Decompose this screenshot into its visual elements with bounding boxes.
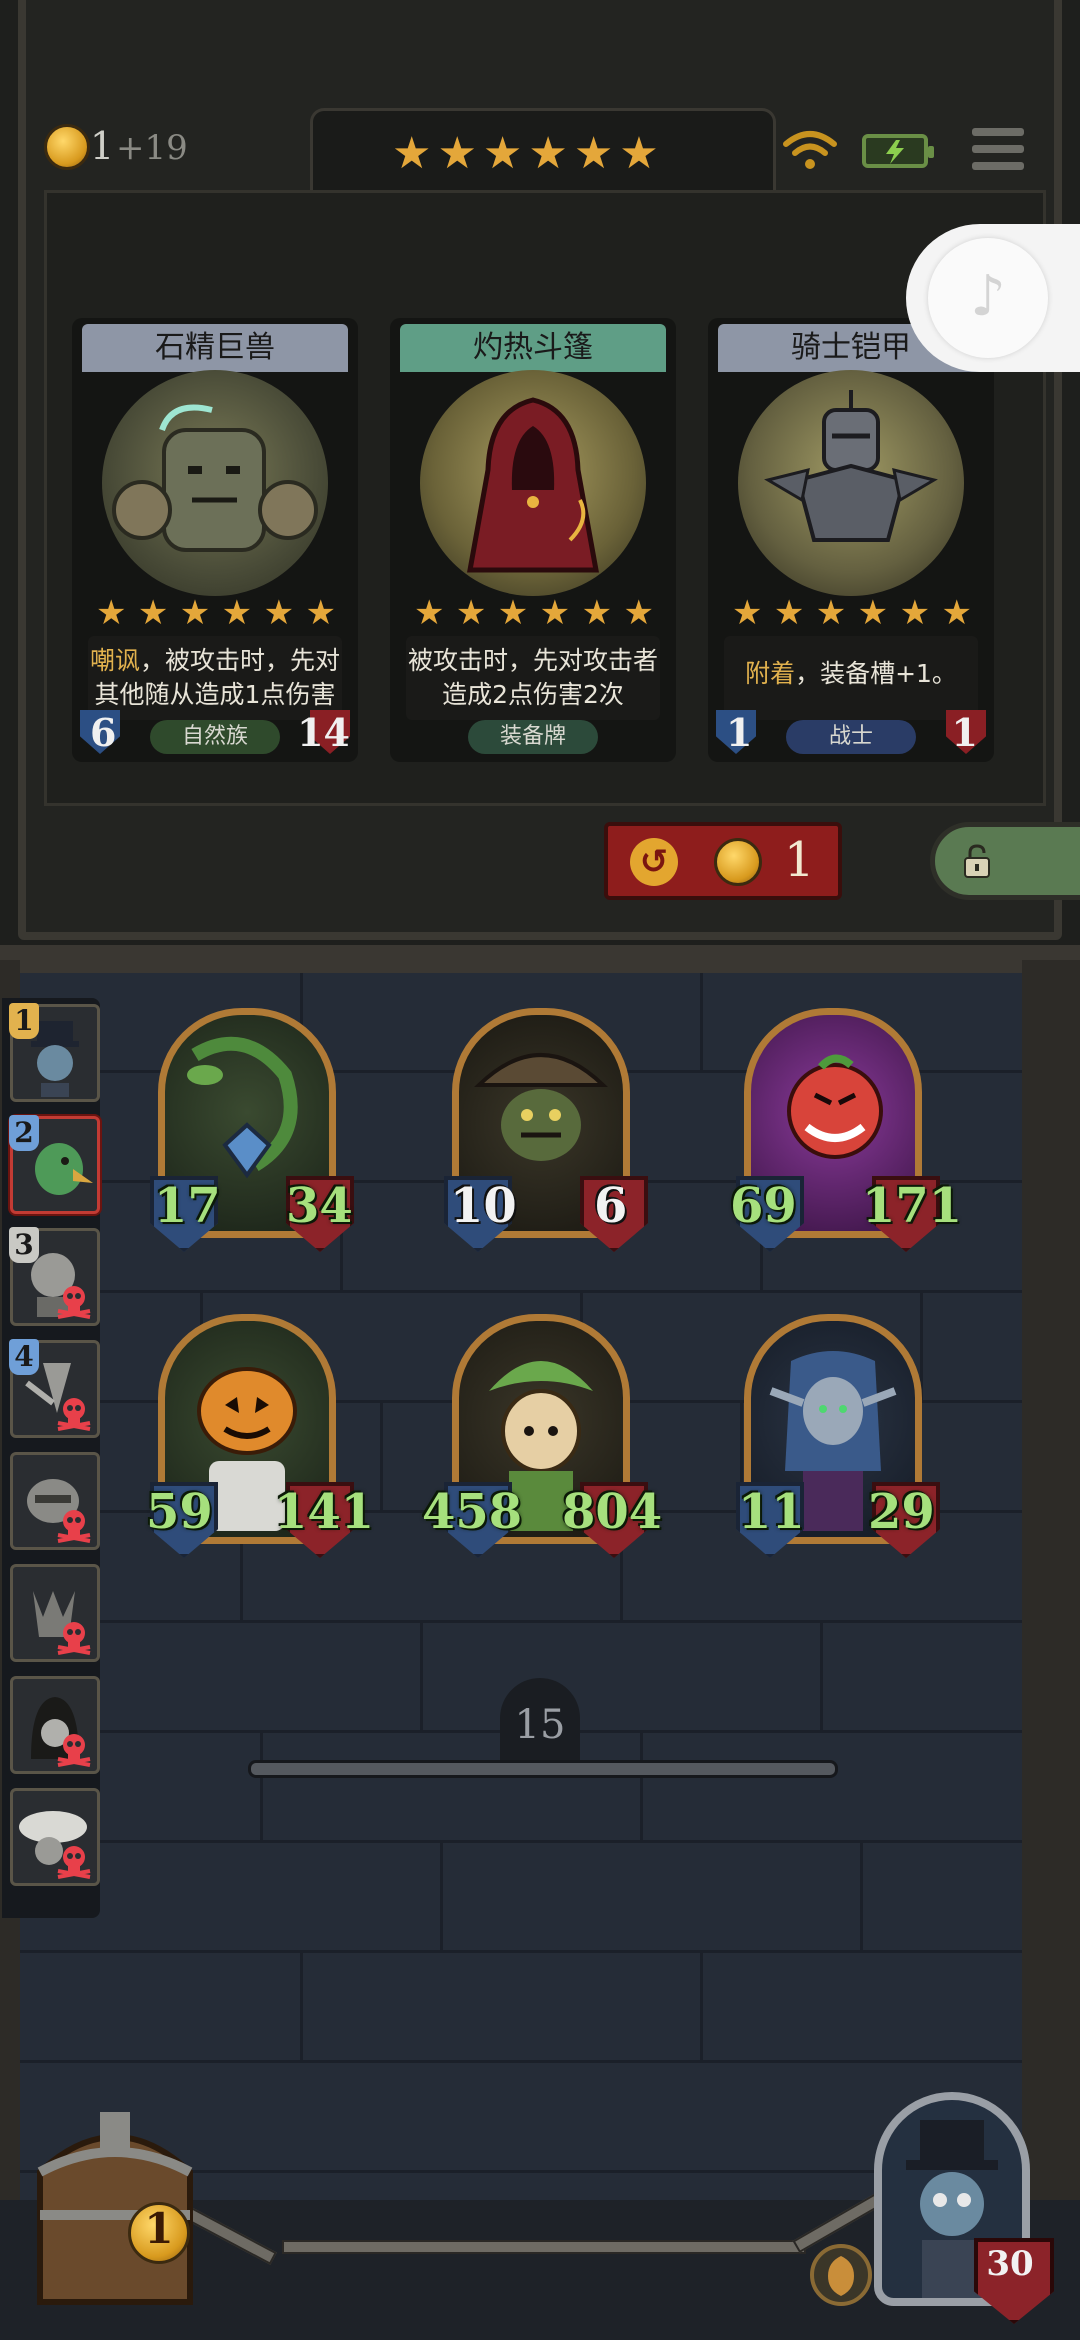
pipe (282, 2240, 806, 2254)
floating-tiktok-bubble[interactable]: ♪ (906, 224, 1080, 372)
card-description: 嘲讽，被攻击时，先对其他随从造成1点伤害 (88, 636, 342, 720)
board-minion-goblin-witch[interactable]: 10 6 (444, 1008, 648, 1252)
minion-health: 6 (594, 1178, 628, 1234)
star-icon: ★ (482, 128, 523, 179)
star-icon: ★ (528, 128, 568, 179)
scorching-cloak-art (420, 370, 646, 596)
stone-beast-art (102, 370, 328, 596)
roster-player-7[interactable] (10, 1676, 100, 1774)
minion-attack: 458 (422, 1484, 523, 1540)
star-icon: ★ (437, 128, 477, 179)
card-stars: ★ ★ ★ ★ ★ ★ (732, 593, 972, 633)
skull-icon (57, 1734, 91, 1767)
minion-attack: 17 (154, 1178, 221, 1234)
shop-card-scorching-cloak[interactable]: 灼热斗篷 ★ ★ ★ ★ ★ ★ 被攻击时，先对攻击者造成2点伤害2次 装备牌 (390, 318, 676, 762)
hero-power-button[interactable] (810, 2244, 872, 2306)
star-icon: ★ (619, 128, 659, 179)
tavern-stars: ★ ★ ★ ★ ★ ★ (392, 132, 659, 176)
roster-rank: 3 (9, 1227, 39, 1263)
menu-icon[interactable] (972, 128, 1024, 176)
roster-player-6[interactable] (10, 1564, 100, 1662)
board-minion-elf-sorceress[interactable]: 11 29 (736, 1314, 940, 1558)
right-pillar (1022, 960, 1080, 2340)
gold-coin-icon (44, 124, 90, 170)
skull-icon (57, 1398, 91, 1431)
knight-armor-art (738, 370, 964, 596)
minion-health: 171 (862, 1178, 963, 1234)
gold-count: 1 (90, 124, 115, 168)
roster-player-3[interactable]: 3 (9, 1227, 100, 1326)
card-description-text: 被攻击时，先对攻击者造成2点伤害2次 (407, 646, 658, 709)
card-keyword: 附着 (745, 659, 796, 688)
star-icon: ★ (573, 128, 614, 179)
turn-timer-bar (248, 1760, 838, 1778)
roster-player-8[interactable] (10, 1788, 100, 1886)
minion-attack: 11 (738, 1484, 805, 1540)
skull-icon (57, 1510, 91, 1543)
tiktok-icon[interactable]: ♪ (928, 238, 1048, 358)
minion-health: 141 (274, 1484, 375, 1540)
hero-health: 30 (986, 2244, 1034, 2284)
card-tribe: 战士 (786, 720, 916, 754)
roster-player-5[interactable] (10, 1452, 100, 1550)
roster-rank: 1 (9, 1003, 39, 1039)
skull-icon (57, 1622, 91, 1655)
minion-attack: 10 (450, 1178, 517, 1234)
card-tribe: 自然族 (150, 720, 280, 754)
skull-icon (57, 1286, 91, 1319)
minion-health: 804 (562, 1484, 663, 1540)
card-health: 14 (297, 710, 350, 755)
shop-card-knight-armor[interactable]: 骑士铠甲 ★ ★ ★ ★ ★ ★ 附着，装备槽+1。 1 战士 1 (708, 318, 994, 762)
roster-rank: 4 (9, 1339, 39, 1375)
card-description: 附着，装备槽+1。 (724, 636, 978, 720)
minion-attack: 69 (730, 1178, 797, 1234)
board-minion-vine-golem[interactable]: 17 34 (150, 1008, 354, 1252)
skull-icon (57, 1846, 91, 1879)
battery-icon (862, 134, 934, 168)
card-health: 1 (951, 710, 978, 755)
chest-count: 1 (144, 2204, 174, 2253)
board-minion-tomato-demon[interactable]: 69 171 (730, 1008, 962, 1252)
card-attack: 1 (726, 710, 753, 755)
player-roster: 1 2 3 4 (2, 998, 100, 1918)
board-minion-leaf-sprout[interactable]: 458 804 (422, 1314, 662, 1558)
minion-attack: 59 (146, 1484, 213, 1540)
gold-income: +19 (116, 128, 188, 168)
card-description: 被攻击时，先对攻击者造成2点伤害2次 (406, 636, 660, 720)
minion-health: 34 (286, 1178, 353, 1234)
refresh-cost: 1 (784, 832, 815, 888)
minion-health: 29 (868, 1484, 935, 1540)
shop-card-stone-beast[interactable]: 石精巨兽 ★ ★ ★ ★ ★ ★ 嘲讽，被攻击时，先对其他随从造成1点伤害 6 自然族 1… (72, 318, 358, 762)
roster-rank: 2 (9, 1115, 39, 1151)
roster-player-2[interactable]: 2 (9, 1115, 100, 1214)
roster-player-1[interactable]: 1 (9, 1003, 100, 1102)
card-keyword: 嘲讽 (89, 646, 140, 675)
gold-coin-icon (714, 838, 762, 886)
board-top-frame (0, 945, 1080, 973)
refresh-icon: ↺ (630, 838, 678, 886)
card-tribe: 装备牌 (468, 720, 598, 754)
star-icon: ★ (392, 128, 432, 179)
card-stars: ★ ★ ★ ★ ★ ★ (414, 593, 654, 633)
wifi-icon (783, 131, 837, 169)
card-title: 石精巨兽 (82, 324, 348, 372)
lock-icon (964, 844, 990, 878)
card-attack: 6 (90, 710, 117, 755)
card-title: 灼热斗篷 (400, 324, 666, 372)
board-minion-pumpkin-head[interactable]: 59 141 (146, 1314, 374, 1558)
lock-shop-button[interactable] (930, 822, 1080, 900)
turn-timer: 15 (514, 1702, 566, 1748)
card-stars: ★ ★ ★ ★ ★ ★ (96, 593, 336, 633)
card-description-text: ，装备槽+1。 (795, 659, 957, 688)
roster-player-4[interactable]: 4 (9, 1339, 100, 1438)
refresh-button[interactable]: ↺ 1 (604, 822, 842, 900)
